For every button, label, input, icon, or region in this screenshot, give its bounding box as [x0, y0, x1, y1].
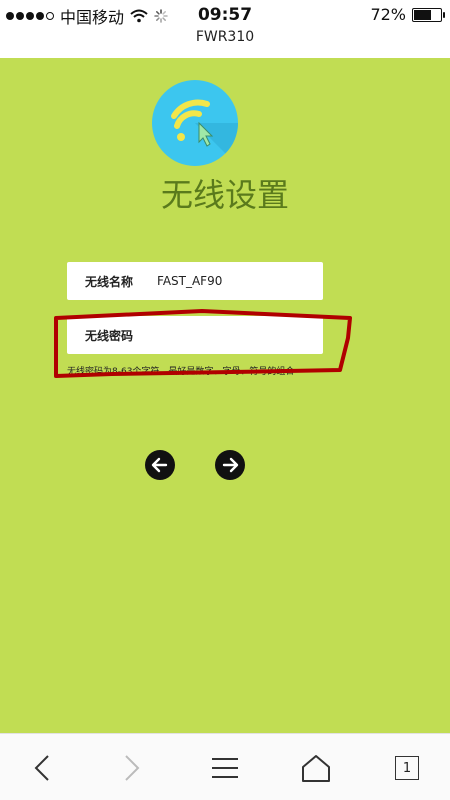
back-button[interactable] [145, 450, 175, 480]
arrow-left-icon [151, 457, 168, 473]
status-bar: 中国移动 09:57 72% [0, 0, 450, 30]
wifi-cursor-icon [152, 80, 238, 166]
hamburger-menu-icon [212, 758, 238, 778]
status-right: 72% [370, 5, 445, 24]
wifi-password-label: 无线密码 [85, 328, 134, 343]
wifi-password-field[interactable]: 无线密码 [67, 316, 323, 354]
home-button[interactable] [296, 748, 336, 788]
arrow-right-icon [222, 457, 239, 473]
menu-button[interactable] [205, 748, 245, 788]
next-button[interactable] [215, 450, 245, 480]
chevron-left-icon [34, 755, 49, 781]
battery-icon [412, 7, 445, 22]
browser-forward-button[interactable] [112, 748, 152, 788]
chevron-right-icon [125, 755, 140, 781]
tabs-button[interactable]: 1 [387, 748, 427, 788]
page-heading: 无线设置 [160, 176, 289, 214]
tab-count: 1 [395, 756, 419, 780]
wifi-password-input[interactable] [141, 327, 286, 343]
phone-screen: 中国移动 09:57 72% FWR310 无线设置 无线名称 FAST_AF9… [0, 0, 450, 800]
browser-toolbar: 1 [0, 733, 450, 800]
page-title: FWR310 [195, 29, 255, 45]
password-hint: 无线密码为8-63个字符，最好是数字、字母、符号的组合 [67, 367, 295, 377]
wifi-name-label: 无线名称 [85, 274, 134, 289]
battery-percent: 72% [370, 5, 406, 24]
wifi-name-field[interactable]: 无线名称 FAST_AF90 [67, 262, 323, 300]
home-icon [302, 755, 330, 782]
wifi-name-value[interactable]: FAST_AF90 [157, 274, 222, 288]
browser-back-button[interactable] [22, 748, 62, 788]
content-area [0, 58, 450, 733]
battery-fill [414, 9, 431, 20]
